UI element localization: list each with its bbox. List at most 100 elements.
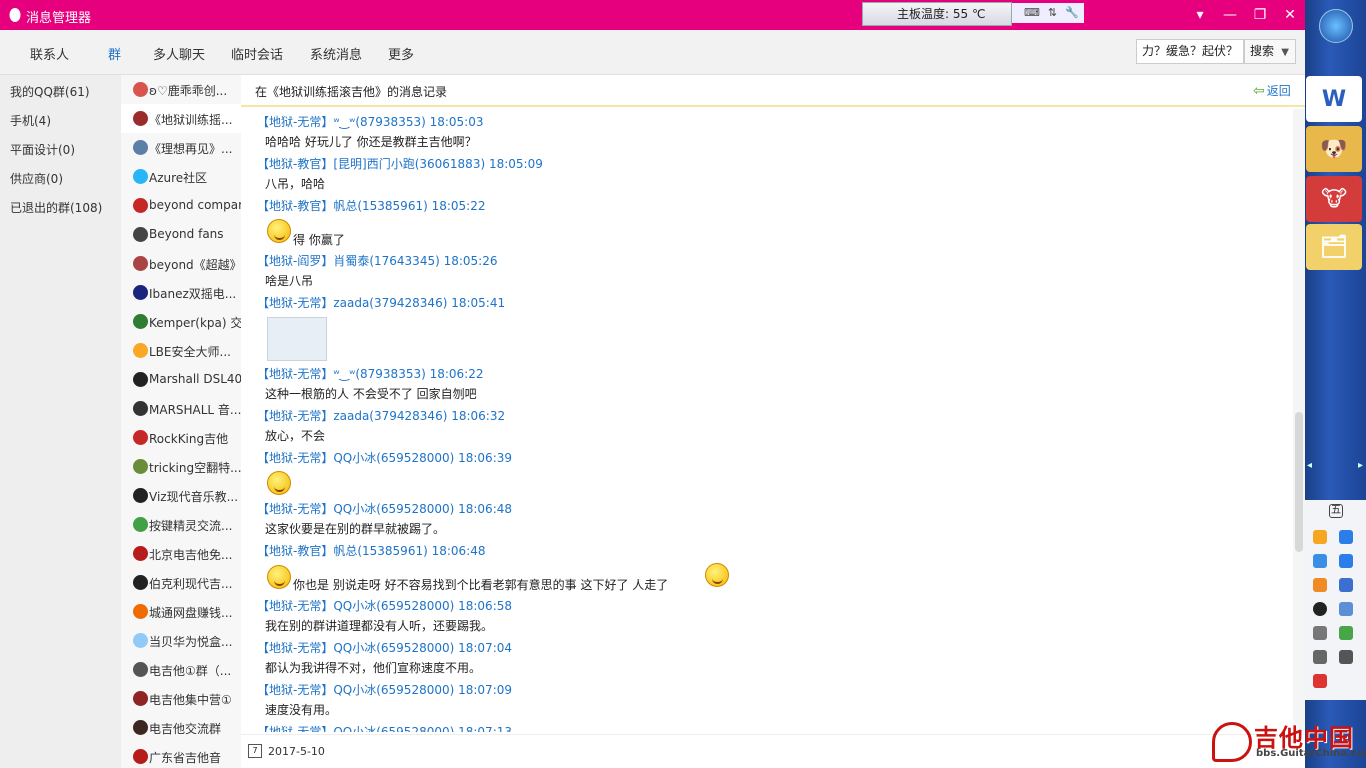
qq-tray-icon[interactable] bbox=[1313, 602, 1327, 616]
category-exited-groups[interactable]: 已退出的群(108) bbox=[10, 199, 102, 216]
group-avatar bbox=[133, 691, 148, 706]
group-name: 《地狱训练摇... bbox=[149, 113, 233, 127]
tab-system-messages[interactable]: 系统消息 bbox=[310, 44, 362, 63]
message-header[interactable]: 【地狱-无常】QQ小冰(659528000) 18:06:58 bbox=[257, 597, 512, 614]
group-item[interactable]: beyond compare bbox=[121, 191, 241, 220]
group-item[interactable]: 电吉他①群（... bbox=[121, 655, 241, 684]
nav-bar: 联系人 群 多人聊天 临时会话 系统消息 更多 力？缓急？起伏？ 搜索 ▼ bbox=[0, 30, 1305, 75]
restore-icon[interactable]: ❐ bbox=[1250, 5, 1270, 25]
chevron-right-icon[interactable]: ▸ bbox=[1358, 460, 1363, 474]
group-item[interactable]: Azure社区 bbox=[121, 162, 241, 191]
tray-app-icon[interactable] bbox=[1313, 530, 1327, 544]
group-item[interactable]: 伯克利现代吉... bbox=[121, 568, 241, 597]
message-header[interactable]: 【地狱-阎罗】肖蜀泰(17643345) 18:05:26 bbox=[257, 252, 497, 269]
search-button[interactable]: 搜索 ▼ bbox=[1244, 39, 1296, 64]
group-item[interactable]: 电吉他集中营① bbox=[121, 684, 241, 713]
message-header[interactable]: 【地狱-无常】QQ小冰(659528000) 18:06:39 bbox=[257, 449, 512, 466]
sidebar-nav[interactable]: ◂ ▸ bbox=[1307, 460, 1363, 474]
cow-app-icon[interactable]: 🐮 bbox=[1306, 176, 1362, 222]
category-graphic-design[interactable]: 平面设计(0) bbox=[10, 141, 75, 158]
message-header[interactable]: 【地狱-无常】QQ小冰(659528000) 18:07:04 bbox=[257, 639, 512, 656]
ime-icon[interactable]: 五 bbox=[1329, 504, 1343, 518]
group-item[interactable]: 电吉他交流群 bbox=[121, 713, 241, 742]
folder-app-icon[interactable]: 🗂 bbox=[1306, 224, 1362, 270]
scrollbar-thumb[interactable] bbox=[1295, 412, 1303, 552]
keyboard-icon[interactable]: ⌨ bbox=[1024, 3, 1040, 23]
tray-app-icon[interactable] bbox=[1313, 578, 1327, 592]
group-avatar bbox=[133, 314, 148, 329]
pane-footer: 7 2017-5-10 bbox=[241, 734, 1305, 768]
tab-contacts[interactable]: 联系人 bbox=[30, 44, 69, 63]
group-item[interactable]: 按键精灵交流... bbox=[121, 510, 241, 539]
tray-app-icon[interactable] bbox=[1313, 674, 1327, 688]
message-header[interactable]: 【地狱-无常】zaada(379428346) 18:05:41 bbox=[257, 294, 505, 311]
message-header[interactable]: 【地狱-无常】ʷ‿ʷ(87938353) 18:06:22 bbox=[257, 365, 484, 382]
chevron-left-icon[interactable]: ◂ bbox=[1307, 460, 1312, 474]
group-name: 电吉他①群（... bbox=[149, 664, 232, 678]
message-header[interactable]: 【地狱-教官】帆总(15385961) 18:06:48 bbox=[257, 542, 485, 559]
tab-groups[interactable]: 群 bbox=[108, 44, 121, 63]
message-header[interactable]: 【地狱-教官】[昆明]西门小跑(36061883) 18:05:09 bbox=[257, 155, 543, 172]
tray-app-icon[interactable] bbox=[1313, 554, 1327, 568]
group-item[interactable]: 城通网盘赚钱... bbox=[121, 597, 241, 626]
message-header[interactable]: 【地狱-无常】QQ小冰(659528000) 18:07:09 bbox=[257, 681, 512, 698]
group-item[interactable]: Beyond fans bbox=[121, 220, 241, 249]
tray-app-icon[interactable] bbox=[1339, 626, 1353, 640]
group-item[interactable]: RockKing吉他 bbox=[121, 423, 241, 452]
group-item[interactable]: Ibanez双摇电... bbox=[121, 278, 241, 307]
group-item[interactable]: LBE安全大师... bbox=[121, 336, 241, 365]
dropdown-icon[interactable]: ▾ bbox=[1190, 5, 1210, 25]
windows-logo-icon[interactable] bbox=[1319, 9, 1353, 43]
group-item[interactable]: Kemper(kpa) 交流 bbox=[121, 307, 241, 336]
word-app-icon[interactable]: W bbox=[1306, 76, 1362, 122]
volume-icon[interactable] bbox=[1313, 650, 1327, 664]
group-name: 北京电吉他免... bbox=[149, 548, 233, 562]
network-icon[interactable] bbox=[1339, 650, 1353, 664]
message-header[interactable]: 【地狱-教官】帆总(15385961) 18:05:22 bbox=[257, 197, 485, 214]
search-input[interactable]: 力？缓急？起伏？ bbox=[1136, 39, 1244, 64]
tray-app-icon[interactable] bbox=[1339, 578, 1353, 592]
category-my-groups[interactable]: 我的QQ群(61) bbox=[10, 83, 90, 100]
group-item[interactable]: 广东省吉他音 bbox=[121, 742, 241, 768]
tab-temp-chat[interactable]: 临时会话 bbox=[231, 44, 283, 63]
group-item[interactable]: MARSHALL 音... bbox=[121, 394, 241, 423]
calendar-icon[interactable]: 7 bbox=[248, 744, 262, 758]
image-placeholder-icon[interactable] bbox=[267, 317, 327, 361]
category-suppliers[interactable]: 供应商(0) bbox=[10, 170, 63, 187]
minimize-icon[interactable]: — bbox=[1220, 5, 1240, 25]
group-item[interactable]: 《理想再见》... bbox=[121, 133, 241, 162]
group-item[interactable]: ʚ♡鹿乖乖创... bbox=[121, 75, 241, 104]
tray-app-icon[interactable] bbox=[1339, 602, 1353, 616]
group-avatar bbox=[133, 256, 148, 271]
category-mobile[interactable]: 手机(4) bbox=[10, 112, 51, 129]
tab-more[interactable]: 更多 bbox=[388, 44, 414, 63]
desktop-sidebar: W 🐶 🐮 🗂 ◂ ▸ 五 bbox=[1305, 0, 1366, 768]
group-item[interactable]: Viz现代音乐教... bbox=[121, 481, 241, 510]
back-button[interactable]: ⇦ 返回 bbox=[1253, 82, 1291, 99]
group-item[interactable]: Marshall DSL40C bbox=[121, 365, 241, 394]
group-item[interactable]: beyond《超越》 bbox=[121, 249, 241, 278]
wrench-icon[interactable]: 🔧 bbox=[1065, 3, 1079, 23]
group-avatar bbox=[133, 517, 148, 532]
tool-icons[interactable]: ⌨ ⇅ 🔧 bbox=[1012, 3, 1084, 23]
message-header[interactable]: 【地狱-无常】ʷ‿ʷ(87938353) 18:05:03 bbox=[257, 113, 484, 130]
group-item[interactable]: tricking空翻特... bbox=[121, 452, 241, 481]
group-name: 《理想再见》... bbox=[149, 142, 233, 156]
group-item[interactable]: 《地狱训练摇... bbox=[121, 104, 241, 133]
tab-multi-chat[interactable]: 多人聊天 bbox=[153, 44, 205, 63]
group-avatar bbox=[133, 82, 148, 97]
message-header[interactable]: 【地狱-无常】QQ小冰(659528000) 18:07:13 bbox=[257, 723, 512, 732]
message-text: 啥是八吊 bbox=[265, 274, 314, 288]
tray-app-icon[interactable] bbox=[1339, 554, 1353, 568]
dog-app-icon[interactable]: 🐶 bbox=[1306, 126, 1362, 172]
close-icon[interactable]: ✕ bbox=[1280, 5, 1300, 25]
tray-app-icon[interactable] bbox=[1313, 626, 1327, 640]
message-header[interactable]: 【地狱-无常】zaada(379428346) 18:06:32 bbox=[257, 407, 505, 424]
back-arrow-icon: ⇦ bbox=[1253, 83, 1265, 99]
group-item[interactable]: 当贝华为悦盒... bbox=[121, 626, 241, 655]
tray-app-icon[interactable] bbox=[1339, 530, 1353, 544]
scrollbar[interactable] bbox=[1293, 109, 1305, 732]
arrows-icon[interactable]: ⇅ bbox=[1048, 3, 1057, 23]
group-item[interactable]: 北京电吉他免... bbox=[121, 539, 241, 568]
message-header[interactable]: 【地狱-无常】QQ小冰(659528000) 18:06:48 bbox=[257, 500, 512, 517]
